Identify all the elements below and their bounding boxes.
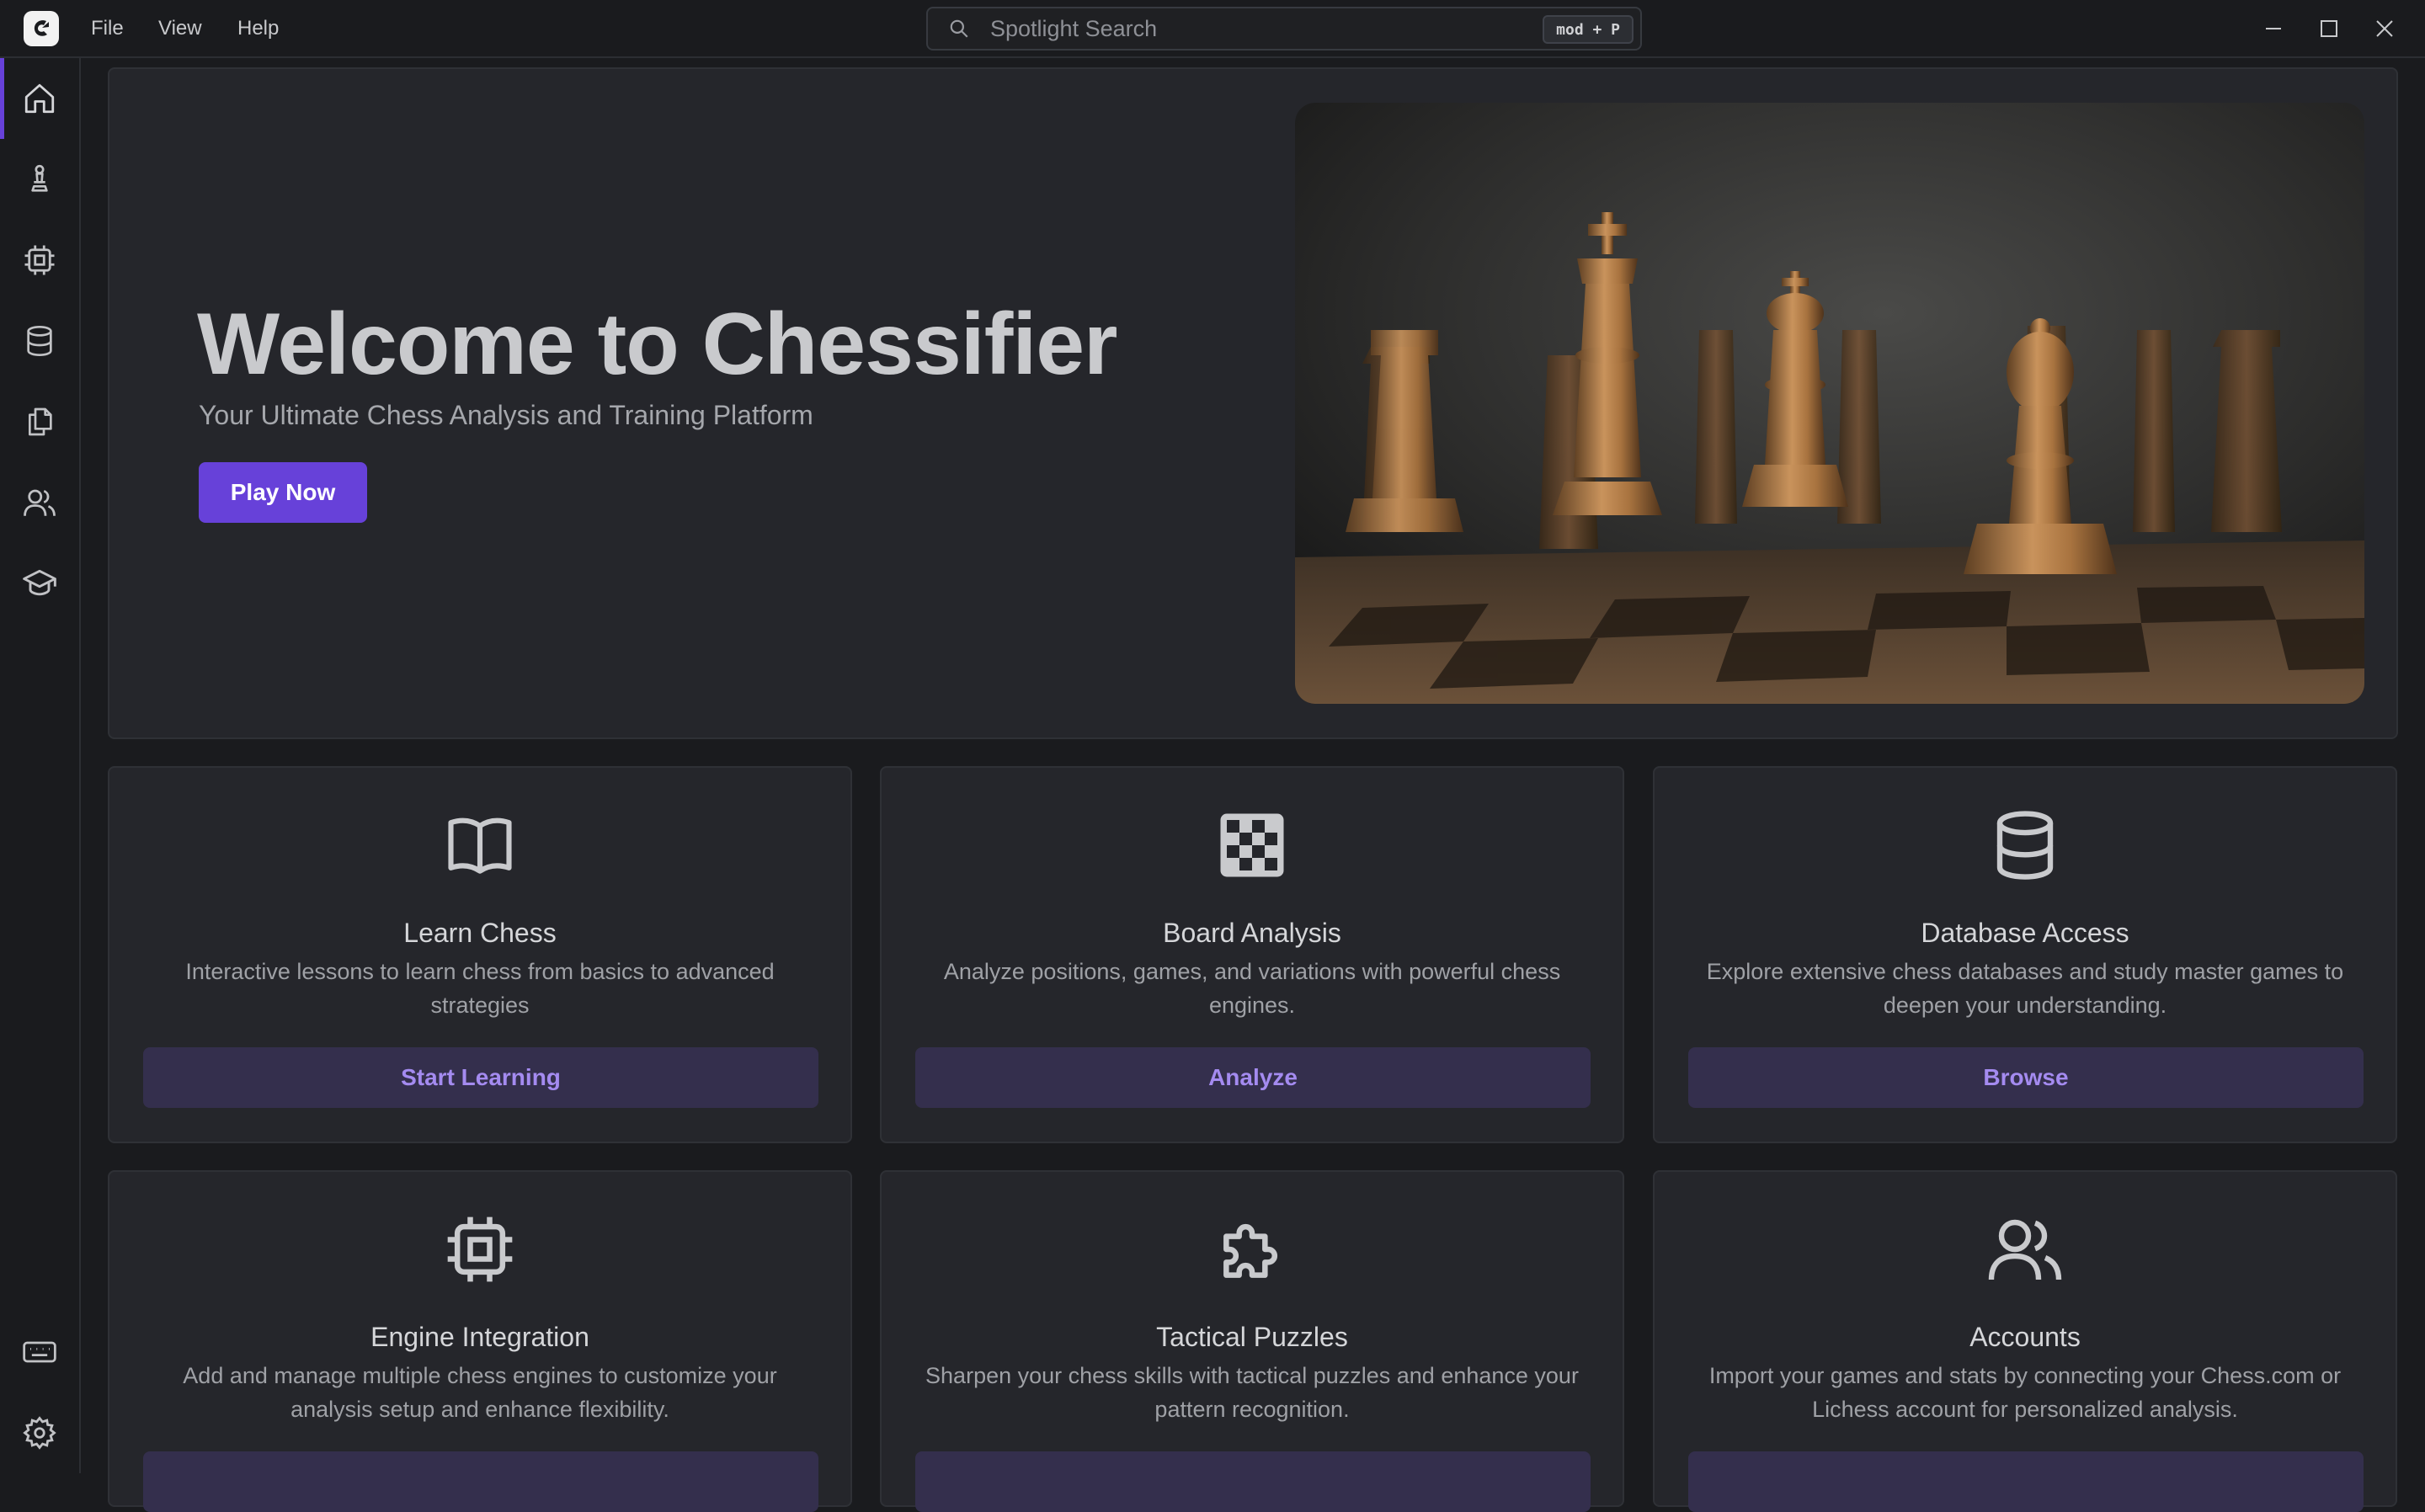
card-description: Explore extensive chess databases and st… bbox=[1706, 959, 2344, 1018]
sidebar bbox=[0, 58, 81, 1473]
app-logo-icon bbox=[24, 11, 59, 46]
card-accounts: Accounts Import your games and stats by … bbox=[1653, 1170, 2397, 1512]
analyze-button[interactable]: Analyze bbox=[915, 1047, 1591, 1108]
card-title: Learn Chess bbox=[403, 918, 557, 948]
sidebar-item-accounts[interactable] bbox=[0, 462, 79, 543]
book-icon bbox=[109, 805, 850, 886]
menu-view[interactable]: View bbox=[158, 0, 202, 57]
card-button[interactable] bbox=[1688, 1451, 2364, 1512]
chess-pieces-image bbox=[1295, 103, 2364, 704]
database-icon bbox=[1655, 805, 2396, 886]
card-button[interactable] bbox=[915, 1451, 1591, 1512]
card-engine-integration: Engine Integration Add and manage multip… bbox=[108, 1170, 852, 1512]
cpu-icon bbox=[24, 245, 55, 275]
sidebar-item-keybindings[interactable] bbox=[0, 1312, 79, 1392]
sidebar-item-settings[interactable] bbox=[0, 1392, 79, 1473]
keyboard-icon bbox=[23, 1341, 56, 1363]
maximize-icon[interactable] bbox=[2312, 12, 2346, 45]
search-placeholder: Spotlight Search bbox=[990, 15, 1158, 41]
hero-banner: Welcome to Chessifier Your Ultimate Ches… bbox=[108, 67, 2398, 739]
card-learn-chess: Learn Chess Interactive lessons to learn… bbox=[108, 766, 852, 1143]
sidebar-item-play[interactable] bbox=[0, 139, 79, 220]
cpu-icon bbox=[109, 1209, 850, 1290]
hero-subtitle: Your Ultimate Chess Analysis and Trainin… bbox=[199, 400, 813, 430]
card-description: Import your games and stats by connectin… bbox=[1708, 1363, 2342, 1422]
database-icon bbox=[27, 326, 52, 357]
settings-icon bbox=[23, 1416, 56, 1450]
sidebar-item-home[interactable] bbox=[0, 58, 79, 139]
card-title: Tactical Puzzles bbox=[1156, 1322, 1348, 1352]
sidebar-item-files[interactable] bbox=[0, 381, 79, 462]
search-icon bbox=[948, 18, 970, 40]
hero-title: Welcome to Chessifier bbox=[197, 295, 1118, 393]
card-title: Database Access bbox=[1921, 918, 2129, 948]
users-icon bbox=[1655, 1209, 2396, 1290]
files-icon bbox=[29, 407, 52, 436]
card-button[interactable] bbox=[143, 1451, 818, 1512]
search-shortcut-badge: mod + P bbox=[1543, 15, 1634, 44]
home-icon bbox=[24, 83, 55, 114]
sidebar-item-engines[interactable] bbox=[0, 220, 79, 301]
card-description: Sharpen your chess skills with tactical … bbox=[925, 1363, 1579, 1422]
sidebar-item-databases[interactable] bbox=[0, 301, 79, 381]
card-board-analysis: Board Analysis Analyze positions, games,… bbox=[880, 766, 1624, 1143]
close-icon[interactable] bbox=[2368, 12, 2401, 45]
card-description: Interactive lessons to learn chess from … bbox=[185, 959, 775, 1018]
sidebar-item-learn[interactable] bbox=[0, 543, 79, 624]
card-tactical-puzzles: Tactical Puzzles Sharpen your chess skil… bbox=[880, 1170, 1624, 1512]
card-title: Engine Integration bbox=[370, 1322, 589, 1352]
browse-button[interactable]: Browse bbox=[1688, 1047, 2364, 1108]
chessboard-icon bbox=[882, 805, 1623, 886]
menu-help[interactable]: Help bbox=[237, 0, 279, 57]
card-title: Accounts bbox=[1969, 1322, 2081, 1352]
spotlight-search[interactable]: Spotlight Search mod + P bbox=[926, 7, 1642, 51]
minimize-icon[interactable] bbox=[2257, 12, 2290, 45]
card-database-access: Database Access Explore extensive chess … bbox=[1653, 766, 2397, 1143]
chess-pawn-icon bbox=[31, 164, 48, 192]
title-bar: File View Help Spotlight Search mod + P bbox=[0, 0, 2425, 58]
card-title: Board Analysis bbox=[1163, 918, 1341, 948]
users-icon bbox=[24, 489, 56, 516]
play-now-button[interactable]: Play Now bbox=[199, 462, 367, 523]
card-description: Analyze positions, games, and variations… bbox=[943, 959, 1561, 1018]
start-learning-button[interactable]: Start Learning bbox=[143, 1047, 818, 1108]
puzzle-icon bbox=[882, 1209, 1623, 1290]
card-description: Add and manage multiple chess engines to… bbox=[183, 1363, 777, 1422]
graduation-cap-icon bbox=[23, 569, 56, 596]
menu-file[interactable]: File bbox=[91, 0, 124, 57]
